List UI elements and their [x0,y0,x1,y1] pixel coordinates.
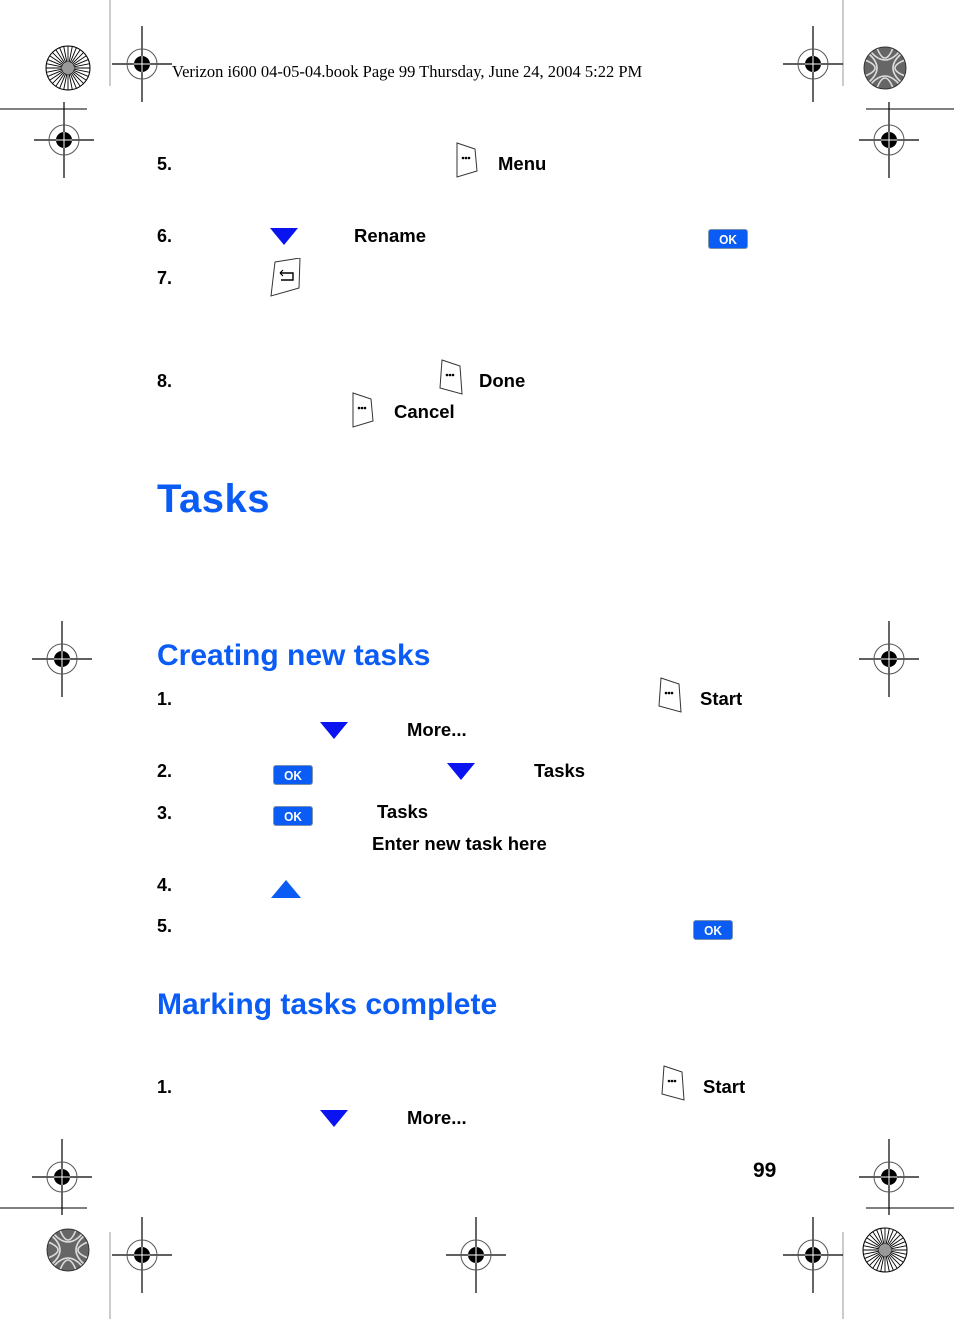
nav-down-arrow-icon [320,722,348,739]
keyword-tasks: Tasks [534,760,586,781]
keyword-start: Start [703,1076,746,1097]
print-header-line: Verizon i600 04-05-04.book Page 99 Thurs… [172,62,643,81]
nav-up-arrow-icon [271,880,301,898]
keyword-done: Done [479,370,526,391]
step-number: 2. [157,761,173,781]
registration-mark-icon [445,1216,507,1294]
page-number: 99 [753,1159,777,1182]
keyword-rename: Rename [354,225,426,246]
starburst-target-icon [862,1227,908,1273]
ok-key-icon: OK [273,806,313,826]
keyword-more: More... [407,1107,467,1128]
section-heading-creating-tasks: Creating new tasks [157,639,431,672]
registration-mark-icon [33,101,95,179]
registration-mark-icon [782,25,844,103]
step-number: 6. [157,226,173,246]
nav-down-arrow-icon [320,1110,348,1127]
section-heading-marking-complete: Marking tasks complete [157,988,498,1021]
keyword-menu: Menu [498,153,547,174]
registration-mark-icon [858,620,920,698]
registration-mark-icon [858,1138,920,1216]
step-number: 7. [157,268,173,288]
keyword-enter-new-task: Enter new task here [372,833,547,854]
back-key-icon [270,258,301,297]
page-title: Tasks [157,477,270,521]
keyword-more: More... [407,719,467,740]
step-number: 8. [157,371,173,391]
registration-mark-icon [31,620,93,698]
registration-mark-icon [858,101,920,179]
nav-down-arrow-icon [270,228,298,245]
keyword-start: Start [700,688,743,709]
left-softkey-icon [439,359,463,395]
keyword-tasks: Tasks [377,801,429,822]
step-number: 3. [157,803,173,823]
step-number: 4. [157,875,173,895]
left-softkey-icon [661,1065,685,1101]
moire-target-icon [863,46,907,90]
registration-mark-icon [31,1138,93,1216]
step-number: 5. [157,154,173,174]
step-number: 5. [157,916,173,936]
registration-mark-icon [111,1216,173,1294]
printer-registration-marks [0,0,954,1319]
starburst-target-icon [45,45,91,91]
left-softkey-icon [658,677,682,713]
registration-mark-icon [782,1216,844,1294]
step-number: 1. [157,689,173,709]
nav-down-arrow-icon [447,763,475,780]
right-softkey-icon [352,392,374,428]
ok-key-icon: OK [693,920,733,940]
registration-mark-icon [111,25,173,103]
keyword-cancel: Cancel [394,401,455,422]
right-softkey-icon [456,142,478,178]
ok-key-icon: OK [273,765,313,785]
moire-target-icon [46,1228,90,1272]
ok-key-icon: OK [708,229,748,249]
step-number: 1. [157,1077,173,1097]
